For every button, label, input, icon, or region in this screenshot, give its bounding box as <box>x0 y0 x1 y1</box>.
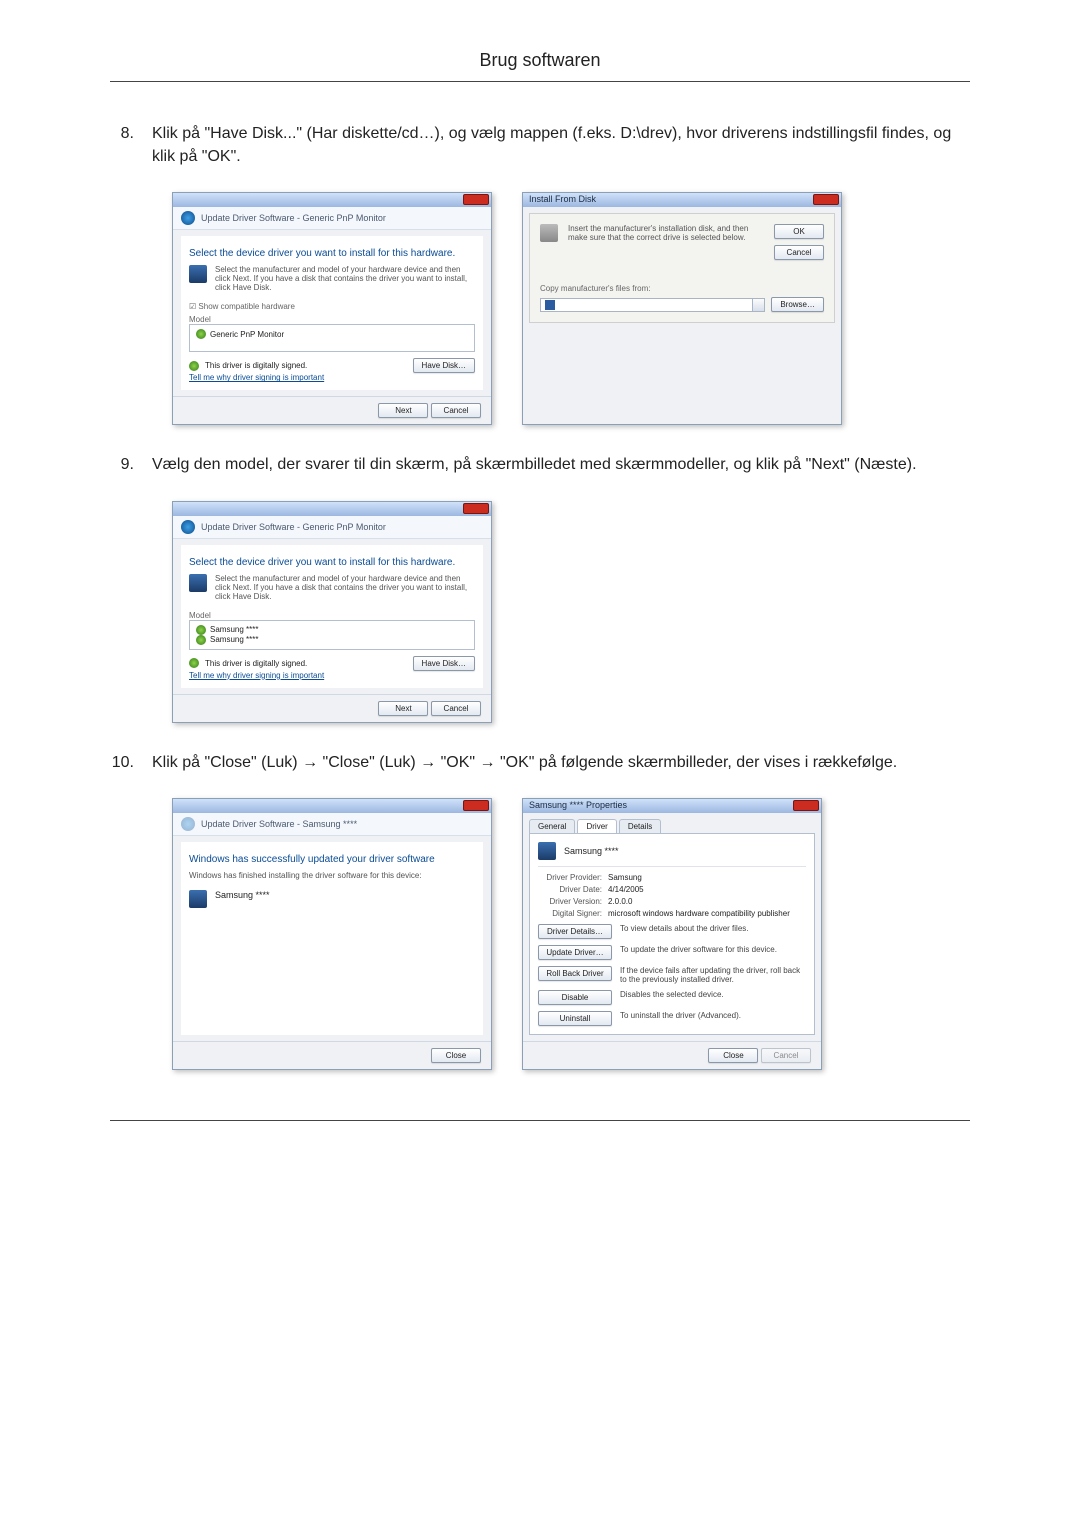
model-label: Model <box>189 315 475 324</box>
cert-icon <box>196 625 206 635</box>
chevron-down-icon[interactable] <box>752 299 764 311</box>
close-button[interactable]: Close <box>431 1048 481 1063</box>
version-value: 2.0.0.0 <box>608 897 632 906</box>
floppy-icon <box>540 224 558 242</box>
step-number-8: 8. <box>110 122 134 145</box>
footer-rule <box>110 1120 970 1121</box>
cancel-button[interactable]: Cancel <box>431 701 481 716</box>
update-driver-desc: To update the driver software for this d… <box>620 945 777 954</box>
signed-text: This driver is digitally signed. <box>205 361 307 370</box>
cert-icon <box>189 658 199 668</box>
step-number-10: 10. <box>110 751 134 774</box>
step-text-9: Vælg den model, der svarer til din skærm… <box>152 453 917 476</box>
path-combo[interactable] <box>540 298 765 312</box>
disable-desc: Disables the selected device. <box>620 990 724 999</box>
back-icon <box>181 817 195 831</box>
install-msg: Insert the manufacturer's installation d… <box>568 224 764 242</box>
uninstall-button[interactable]: Uninstall <box>538 1011 612 1026</box>
close-icon[interactable] <box>813 194 839 205</box>
step-text-8: Klik på "Have Disk..." (Har diskette/cd…… <box>152 122 970 168</box>
next-button[interactable]: Next <box>378 403 428 418</box>
provider-value: Samsung <box>608 873 642 882</box>
step-number-9: 9. <box>110 453 134 476</box>
dialog-title: Samsung **** Properties <box>529 800 627 810</box>
browse-button[interactable]: Browse… <box>771 297 824 312</box>
driver-details-button[interactable]: Driver Details… <box>538 924 612 939</box>
version-label: Driver Version: <box>538 897 608 906</box>
device-icon <box>189 574 207 592</box>
have-disk-button[interactable]: Have Disk… <box>413 656 475 671</box>
model-list[interactable]: Samsung **** Samsung **** <box>189 620 475 650</box>
signer-value: microsoft windows hardware compatibility… <box>608 909 790 918</box>
model-label: Model <box>189 611 475 620</box>
signing-link[interactable]: Tell me why driver signing is important <box>189 373 475 382</box>
back-icon[interactable] <box>181 211 195 225</box>
dialog-driver-properties: Samsung **** Properties General Driver D… <box>522 798 822 1070</box>
tab-driver[interactable]: Driver <box>577 819 616 833</box>
cert-icon <box>196 635 206 645</box>
drive-icon <box>545 300 555 310</box>
roll-back-button[interactable]: Roll Back Driver <box>538 966 612 981</box>
close-icon[interactable] <box>463 503 489 514</box>
model-item: Generic PnP Monitor <box>210 330 284 339</box>
uninstall-desc: To uninstall the driver (Advanced). <box>620 1011 741 1020</box>
cert-icon <box>196 329 206 339</box>
breadcrumb: Update Driver Software - Generic PnP Mon… <box>201 522 386 532</box>
date-label: Driver Date: <box>538 885 608 894</box>
step-text-10: Klik på "Close" (Luk) → "Close" (Luk) → … <box>152 751 897 774</box>
dialog-select-driver-1: Update Driver Software - Generic PnP Mon… <box>172 192 492 425</box>
show-compatible-label: ☑ <box>189 302 198 311</box>
model-item: Samsung **** <box>210 635 258 644</box>
device-icon <box>189 890 207 908</box>
dialog-select-driver-2: Update Driver Software - Generic PnP Mon… <box>172 501 492 723</box>
signer-label: Digital Signer: <box>538 909 608 918</box>
device-name: Samsung **** <box>564 846 619 856</box>
next-button[interactable]: Next <box>378 701 428 716</box>
close-button[interactable]: Close <box>708 1048 758 1063</box>
page-title: Brug softwaren <box>110 50 970 81</box>
cert-icon <box>189 361 199 371</box>
dialog-heading: Windows has successfully updated your dr… <box>189 854 475 865</box>
close-icon[interactable] <box>463 800 489 811</box>
update-driver-button[interactable]: Update Driver… <box>538 945 612 960</box>
driver-details-desc: To view details about the driver files. <box>620 924 749 933</box>
cancel-button[interactable]: Cancel <box>431 403 481 418</box>
back-icon[interactable] <box>181 520 195 534</box>
dialog-heading: Select the device driver you want to ins… <box>189 248 475 259</box>
dialog-update-success: Update Driver Software - Samsung **** Wi… <box>172 798 492 1070</box>
show-compatible-text: Show compatible hardware <box>198 302 295 311</box>
dialog-title: Install From Disk <box>529 194 596 204</box>
breadcrumb: Update Driver Software - Samsung **** <box>201 819 357 829</box>
copy-from-label: Copy manufacturer's files from: <box>540 284 824 293</box>
have-disk-button[interactable]: Have Disk… <box>413 358 475 373</box>
sub-text: Windows has finished installing the driv… <box>189 871 475 880</box>
close-icon[interactable] <box>463 194 489 205</box>
provider-label: Driver Provider: <box>538 873 608 882</box>
model-item: Samsung **** <box>210 625 258 634</box>
date-value: 4/14/2005 <box>608 885 644 894</box>
device-name: Samsung **** <box>215 890 270 900</box>
tab-details[interactable]: Details <box>619 819 661 833</box>
header-rule <box>110 81 970 82</box>
breadcrumb: Update Driver Software - Generic PnP Mon… <box>201 213 386 223</box>
device-icon <box>538 842 556 860</box>
model-list[interactable]: Generic PnP Monitor <box>189 324 475 352</box>
close-icon[interactable] <box>793 800 819 811</box>
ok-button[interactable]: OK <box>774 224 824 239</box>
dialog-install-from-disk: Install From Disk Insert the manufacture… <box>522 192 842 425</box>
disable-button[interactable]: Disable <box>538 990 612 1005</box>
cancel-button[interactable]: Cancel <box>774 245 824 260</box>
dialog-heading: Select the device driver you want to ins… <box>189 557 475 568</box>
tab-general[interactable]: General <box>529 819 575 833</box>
roll-back-desc: If the device fails after updating the d… <box>620 966 806 984</box>
cancel-button: Cancel <box>761 1048 811 1063</box>
signing-link[interactable]: Tell me why driver signing is important <box>189 671 475 680</box>
signed-text: This driver is digitally signed. <box>205 659 307 668</box>
device-icon <box>189 265 207 283</box>
hint-text: Select the manufacturer and model of you… <box>215 574 475 601</box>
hint-text: Select the manufacturer and model of you… <box>215 265 475 292</box>
